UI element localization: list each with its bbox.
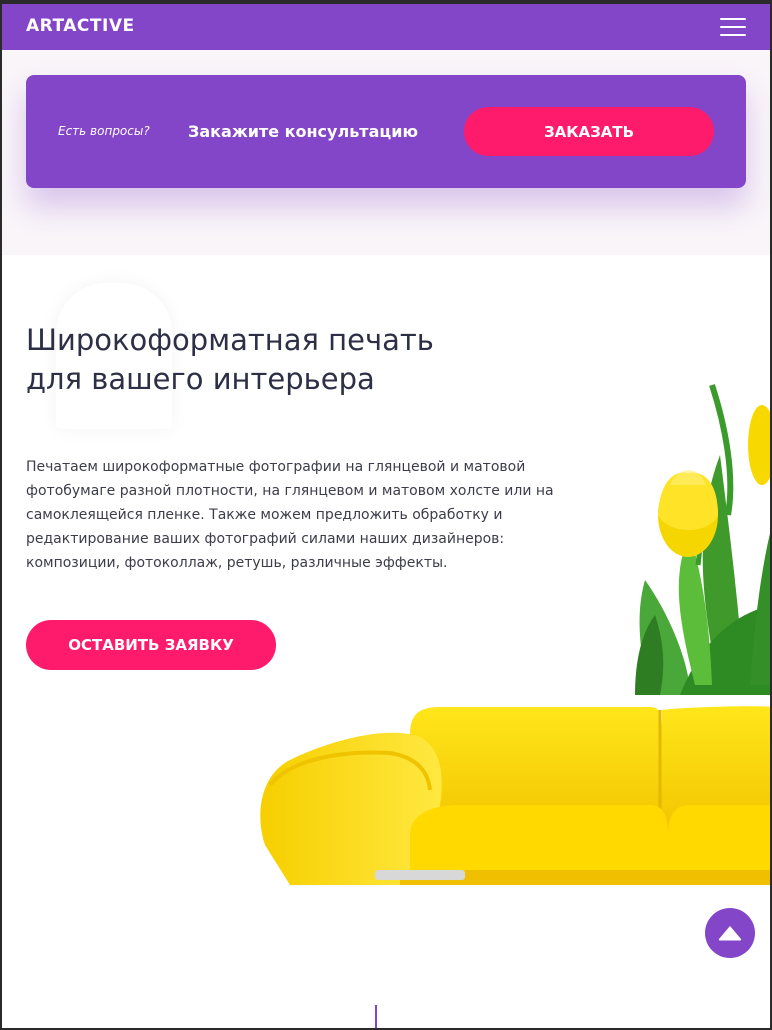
- logo[interactable]: ARTACTIVE: [26, 16, 135, 36]
- hamburger-icon[interactable]: [720, 18, 746, 36]
- cta-section: Есть вопросы? Закажите консультацию ЗАКА…: [0, 50, 772, 255]
- cta-text: Закажите консультацию: [188, 122, 418, 141]
- title-line-1: Широкоформатная печать: [26, 323, 434, 357]
- sofa-tulips-image: [250, 384, 772, 885]
- order-button[interactable]: ЗАКАЗАТЬ: [464, 107, 714, 156]
- consultation-banner: Есть вопросы? Закажите консультацию ЗАКА…: [26, 75, 746, 188]
- top-navbar: ARTACTIVE: [0, 0, 772, 50]
- scroll-to-top-button[interactable]: [705, 908, 755, 958]
- arrow-up-icon: [718, 926, 742, 941]
- hero-section: Широкоформатная печать для вашего интерь…: [0, 255, 772, 1030]
- cta-question: Есть вопросы?: [58, 124, 150, 138]
- divider-line: [375, 1005, 377, 1030]
- leave-request-button[interactable]: ОСТАВИТЬ ЗАЯВКУ: [26, 620, 276, 670]
